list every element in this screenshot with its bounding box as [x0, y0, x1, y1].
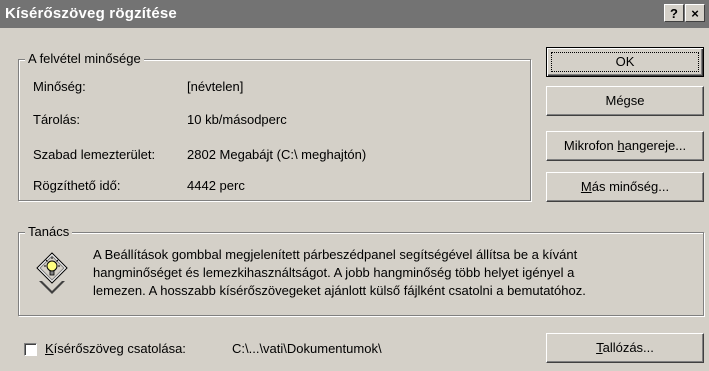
storage-value: 10 kb/másodperc — [187, 112, 287, 127]
title-bar: Kísérőszöveg rögzítése ? × — [0, 0, 709, 28]
microphone-label-prefix: Mikrofon — [563, 138, 618, 153]
quality-value: [névtelen] — [187, 79, 244, 94]
ok-button[interactable]: OK — [546, 47, 704, 77]
tip-line-1: A Beállítások gombbal megjelenített párb… — [93, 247, 578, 262]
link-narration-label[interactable]: Kísérőszöveg csatolása: — [45, 341, 186, 356]
tip-group-legend: Tanács — [25, 224, 73, 240]
browse-button-label: Tallózás... — [596, 334, 654, 362]
record-narration-dialog: Kísérőszöveg rögzítése ? × A felvétel mi… — [0, 0, 709, 371]
close-button[interactable]: × — [685, 4, 705, 22]
link-label-hotkey: K — [45, 341, 54, 356]
lightbulb-icon — [36, 252, 68, 294]
cancel-button-label: Mégse — [605, 93, 645, 108]
link-narration-checkbox[interactable] — [24, 343, 37, 356]
quality-label: Minőség: — [33, 79, 86, 94]
tip-text: A Beállítások gombbal megjelenített párb… — [93, 246, 693, 300]
free-disk-value: 2802 Megabájt (C:\ meghajtón) — [187, 147, 367, 162]
link-label-suffix: ísérőszöveg csatolása: — [53, 341, 186, 356]
microphone-label-hotkey: h — [617, 138, 625, 153]
tip-groupbox: Tanács A Beállítások gombbal megjeleníte… — [18, 224, 704, 316]
tip-line-3: lemezen. A hosszabb kísérőszövegeket ajá… — [93, 283, 586, 298]
quality-group-legend: A felvétel minősége — [25, 51, 144, 67]
ok-button-label: OK — [615, 54, 635, 69]
quality-groupbox: A felvétel minősége Minőség: [névtelen] … — [18, 51, 531, 201]
cancel-button[interactable]: Mégse — [546, 86, 704, 116]
microphone-volume-label: Mikrofon hangereje... — [564, 132, 686, 160]
microphone-volume-button[interactable]: Mikrofon hangereje... — [546, 131, 704, 161]
other-quality-suffix: ás minőség... — [591, 179, 670, 194]
help-button[interactable]: ? — [664, 4, 684, 22]
window-title: Kísérőszöveg rögzítése — [5, 5, 177, 22]
other-quality-button[interactable]: Más minőség... — [546, 172, 704, 202]
record-time-value: 4442 perc — [187, 178, 245, 193]
tip-line-2: hangminőséget és lemezkihasználtságot. A… — [93, 265, 575, 280]
free-disk-label: Szabad lemezterület: — [33, 147, 156, 162]
storage-label: Tárolás: — [33, 112, 80, 127]
browse-suffix: allózás... — [602, 340, 654, 355]
microphone-label-suffix: angereje... — [624, 138, 687, 153]
other-quality-label: Más minőség... — [581, 173, 669, 201]
browse-button[interactable]: Tallózás... — [546, 333, 704, 363]
record-time-label: Rögzíthető idő: — [33, 178, 121, 193]
other-quality-hotkey: M — [580, 179, 592, 194]
link-path: C:\...\vati\Dokumentumok\ — [232, 341, 382, 356]
